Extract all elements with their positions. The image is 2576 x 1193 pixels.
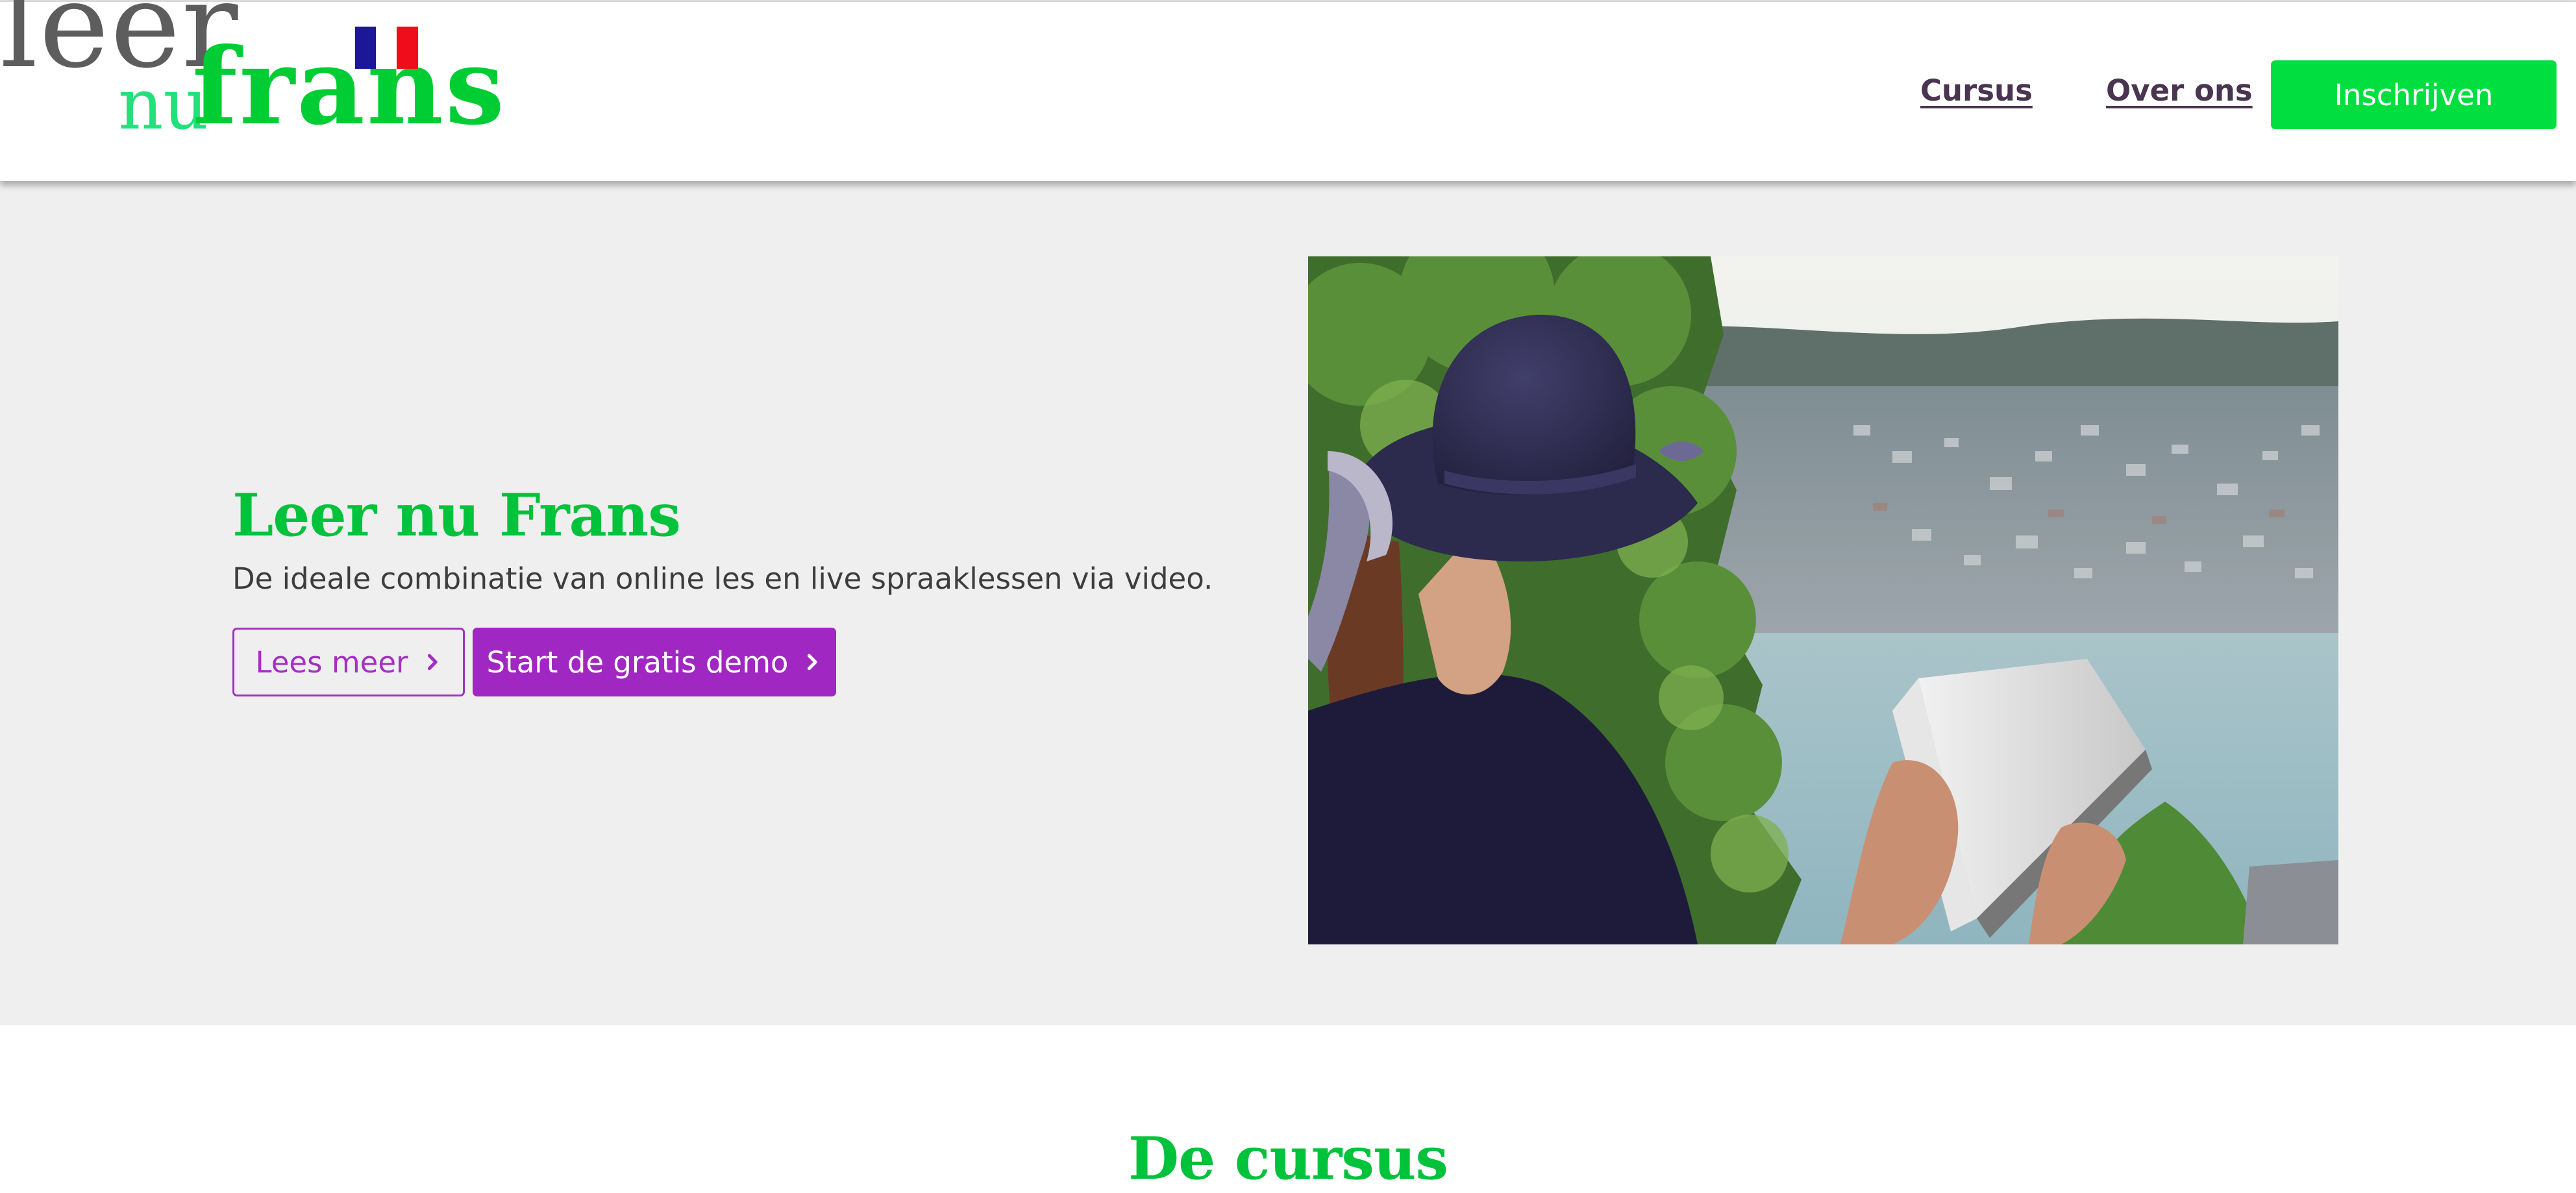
logo-word-frans: frans — [192, 25, 506, 149]
chevron-right-icon — [808, 654, 818, 670]
hero-title: Leer nu Frans — [232, 481, 681, 550]
read-more-button[interactable]: Lees meer — [232, 628, 465, 696]
nav-link-cursus[interactable]: Cursus — [1920, 73, 2033, 108]
chevron-right-icon — [427, 654, 438, 670]
french-flag-icon — [355, 27, 418, 69]
nav-link-over-ons[interactable]: Over ons — [2106, 73, 2253, 108]
start-demo-button[interactable]: Start de gratis demo — [473, 628, 836, 696]
site-header: leer nu frans Cursus Over ons Inschrijve… — [0, 0, 2576, 181]
read-more-label: Lees meer — [255, 645, 408, 680]
woman-reading-book-photo — [1308, 256, 2338, 944]
site-logo[interactable]: leer nu frans — [0, 0, 504, 181]
hero-subtitle: De ideale combinatie van online les en l… — [232, 561, 1213, 596]
course-section-title: De cursus — [1128, 1124, 1448, 1193]
hero-section: Leer nu Frans De ideale combinatie van o… — [0, 181, 2576, 1025]
start-demo-label: Start de gratis demo — [486, 645, 789, 680]
signup-button[interactable]: Inschrijven — [2271, 60, 2557, 129]
